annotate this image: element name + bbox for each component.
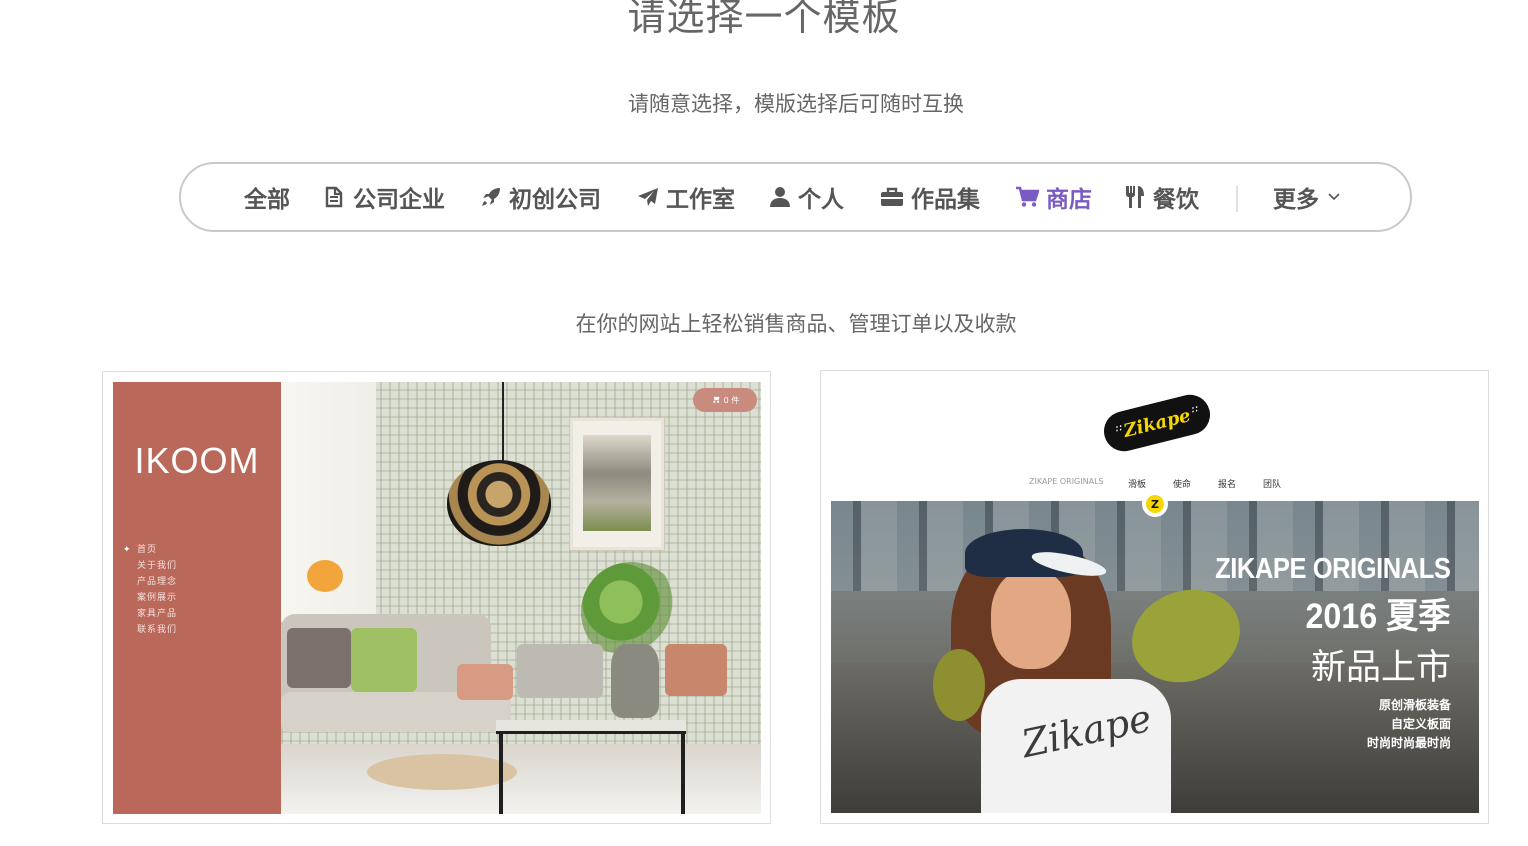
zikape-nav-item: 使命 [1173,480,1192,490]
zikape-headline: ZIKAPE ORIGINALS 2016 夏季 新品上市 原创滑板装备 自定义… [1183,553,1452,753]
template-preview-zikape: ∷ Zikape ∷ ZIKAPE ORIGINALS 滑板 使命 报名 团队 … [831,381,1479,813]
zikape-nav: ZIKAPE ORIGINALS 滑板 使命 报名 团队 [831,477,1479,491]
user-icon [769,186,791,208]
ikoom-menu-item: 联系我们 [137,625,178,635]
tab-company[interactable]: 公司企业 [324,164,445,230]
cushion [351,628,417,692]
ikoom-menu-item: 首页 [123,542,177,558]
side-table [367,754,517,790]
vase [611,644,659,718]
document-icon [324,186,346,208]
zikape-nav-item: ZIKAPE ORIGINALS [1029,477,1104,486]
tab-label: 全部 [244,187,290,213]
tab-label: 个人 [798,187,844,213]
room-wall-picture [570,418,664,550]
ikoom-menu-item: 家具产品 [137,609,178,619]
cart-icon [711,395,720,405]
tab-divider [1236,186,1238,212]
zikape-nav-item: 团队 [1263,480,1282,490]
tab-label: 作品集 [911,187,980,213]
table-leg [681,734,685,814]
tab-startup[interactable]: 初创公司 [480,164,601,230]
headline-season: 2016 夏季 [1306,597,1451,636]
hero-model-face [991,569,1071,669]
chevron-down-icon [1328,193,1340,201]
template-card-zikape[interactable]: ∷ Zikape ∷ ZIKAPE ORIGINALS 滑板 使命 报名 团队 … [820,370,1489,824]
rocket-icon [480,186,502,208]
logo-dots: ∷ [1190,405,1199,417]
pendant-cord [502,382,504,467]
utensils-icon [1124,185,1146,209]
tab-label: 工作室 [666,187,735,213]
ikoom-logo: IKOOM [134,440,260,481]
zikape-hero: Zikape Z ZIKAPE ORIGINALS 2016 夏季 新品上市 原… [831,491,1479,813]
ikoom-cart-button: 0 件 [693,388,757,412]
tab-studio[interactable]: 工作室 [637,164,735,230]
headline-sub: 原创滑板装备 [1378,698,1451,712]
ikoom-menu-item: 案例展示 [137,593,178,603]
tab-personal[interactable]: 个人 [769,164,844,230]
cushion [287,628,351,688]
briefcase-icon [880,186,904,208]
cushion [457,664,513,700]
paper-plane-icon [637,186,659,208]
logo-dots: ∷ [1114,424,1123,436]
cushion [665,644,727,696]
tab-label: 初创公司 [509,187,601,213]
table-leg [499,734,503,814]
headline-sub: 自定义板面 [1390,717,1451,731]
template-card-ikoom[interactable]: IKOOM 首页 关于我们 产品理念 案例展示 家具产品 联系我们 [102,371,771,824]
zikape-logo-text: Zikape [1121,404,1193,442]
page-subtitle: 请随意选择，模版选择后可随时互换 [628,92,964,116]
room-lamp [307,560,343,592]
tab-restaurant[interactable]: 餐饮 [1124,164,1199,230]
zikape-nav-item: 滑板 [1128,480,1147,490]
tab-label: 商店 [1046,187,1092,213]
ikoom-menu-item: 关于我们 [137,561,178,571]
zikape-logo: ∷ Zikape ∷ [1099,390,1215,456]
pendant-lamp [447,460,551,546]
room-floor [281,744,761,814]
tab-portfolio[interactable]: 作品集 [880,164,980,230]
tab-label: 公司企业 [353,187,445,213]
tab-more[interactable]: 更多 [1273,164,1340,230]
zikape-badge: Z [1142,491,1168,517]
zikape-badge-letter: Z [1146,495,1164,513]
template-preview-ikoom: IKOOM 首页 关于我们 产品理念 案例展示 家具产品 联系我们 [113,382,761,814]
tab-label: 更多 [1273,187,1319,213]
headline-sub: 时尚时尚最时尚 [1366,736,1451,750]
zikape-nav-item: 报名 [1218,480,1237,490]
headline-launch: 新品上市 [1310,648,1451,688]
tab-label: 餐饮 [1153,187,1199,213]
cart-icon [1015,186,1039,208]
headline-brand: ZIKAPE ORIGINALS [1215,553,1452,585]
cushion [517,644,603,698]
tab-shop[interactable]: 商店 [1015,164,1092,230]
ikoom-room-photo: 0 件 [281,382,761,814]
ikoom-sidebar: IKOOM 首页 关于我们 产品理念 案例展示 家具产品 联系我们 [113,382,281,814]
skateboard-wheel [933,649,985,721]
ikoom-menu-item: 产品理念 [137,577,178,587]
coffee-table [496,720,686,734]
tab-all[interactable]: 全部 [244,164,290,230]
ikoom-cart-count: 0 件 [723,395,740,405]
page-title: 请选择一个模板 [627,0,901,39]
section-description: 在你的网站上轻松销售商品、管理订单以及收款 [575,312,1017,336]
category-filter-bar: 全部 公司企业 初创公司 工作室 个人 作品集 商店 餐饮 更多 [179,162,1412,232]
ikoom-menu: 首页 关于我们 产品理念 案例展示 家具产品 联系我们 [123,542,177,638]
